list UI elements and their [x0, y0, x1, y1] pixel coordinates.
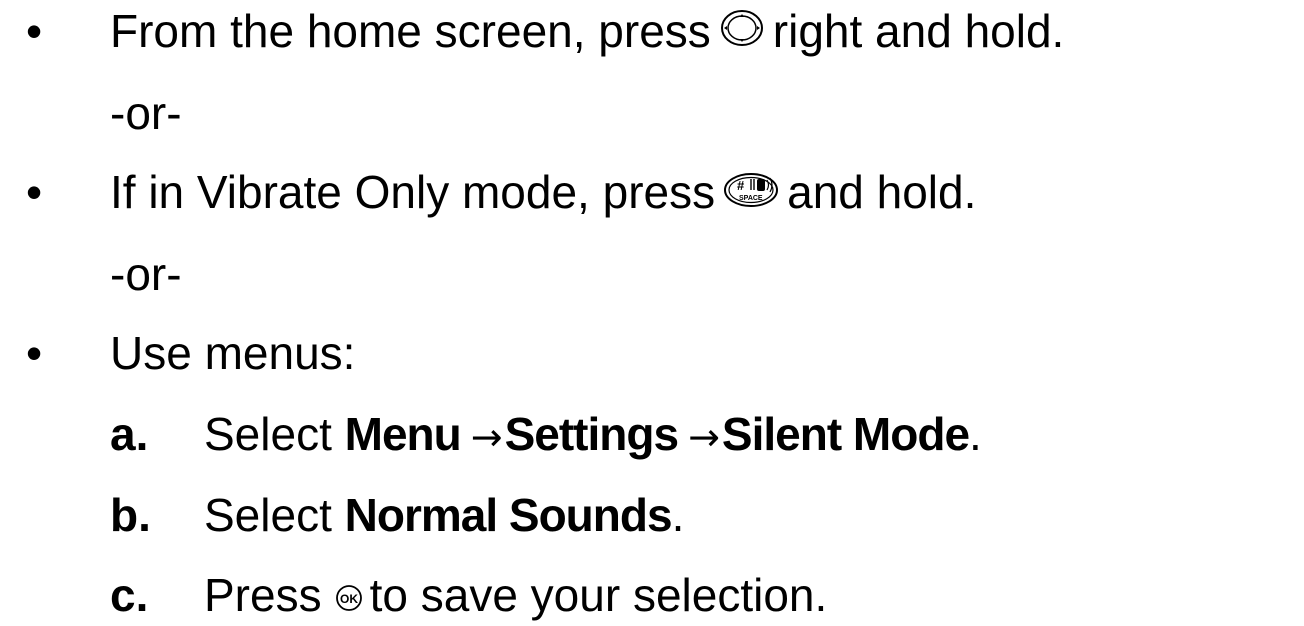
- step-c-text: Press OK to save your selection.: [204, 569, 827, 625]
- pound-glyph: #: [737, 178, 745, 193]
- step-b-letter: b.: [110, 489, 151, 541]
- step-a-text: Select Menu →Settings →Silent Mode.: [204, 408, 982, 463]
- step-a-select: Select: [204, 408, 332, 460]
- space-sublabel: SPACE: [739, 195, 763, 202]
- pound-space-key-icon: # SPACE: [723, 167, 779, 219]
- step-b-select: Select: [204, 489, 332, 541]
- step-c-after: to save your selection.: [369, 569, 828, 621]
- arrow-icon: →: [470, 415, 503, 459]
- bullet-1: •: [26, 5, 43, 57]
- step-b-text: Select Normal Sounds.: [204, 489, 684, 541]
- instruction-text-before: From the home screen, press: [110, 5, 711, 57]
- step-a-letter: a.: [110, 408, 149, 460]
- menu-path-silent-mode: Silent Mode: [721, 408, 970, 460]
- bullet-2: •: [26, 166, 43, 218]
- menu-path-menu: Menu: [344, 408, 462, 460]
- ok-label: OK: [340, 592, 358, 606]
- ok-key-icon: OK: [334, 570, 364, 622]
- bullet-3: •: [26, 327, 43, 379]
- arrow-icon: →: [688, 415, 720, 459]
- step-c-letter: c.: [110, 569, 149, 621]
- navigation-key-icon: [719, 4, 765, 60]
- instruction-home-screen: From the home screen, press right and ho…: [110, 5, 1064, 63]
- step-a-period: .: [969, 408, 982, 460]
- instruction-text-before: If in Vibrate Only mode, press: [110, 166, 716, 218]
- step-b-period: .: [671, 489, 685, 541]
- instruction-use-menus: Use menus:: [110, 327, 356, 379]
- menu-path-settings: Settings: [504, 408, 679, 460]
- or-separator-1: -or-: [110, 87, 182, 139]
- step-c-press: Press: [204, 569, 322, 621]
- or-separator-2: -or-: [110, 248, 182, 300]
- menu-item-normal-sounds: Normal Sounds: [344, 489, 673, 541]
- instruction-vibrate-mode: If in Vibrate Only mode, press # SPACE a…: [110, 166, 976, 222]
- instruction-text-after: right and hold.: [772, 5, 1065, 57]
- instruction-text-after: and hold.: [787, 166, 977, 218]
